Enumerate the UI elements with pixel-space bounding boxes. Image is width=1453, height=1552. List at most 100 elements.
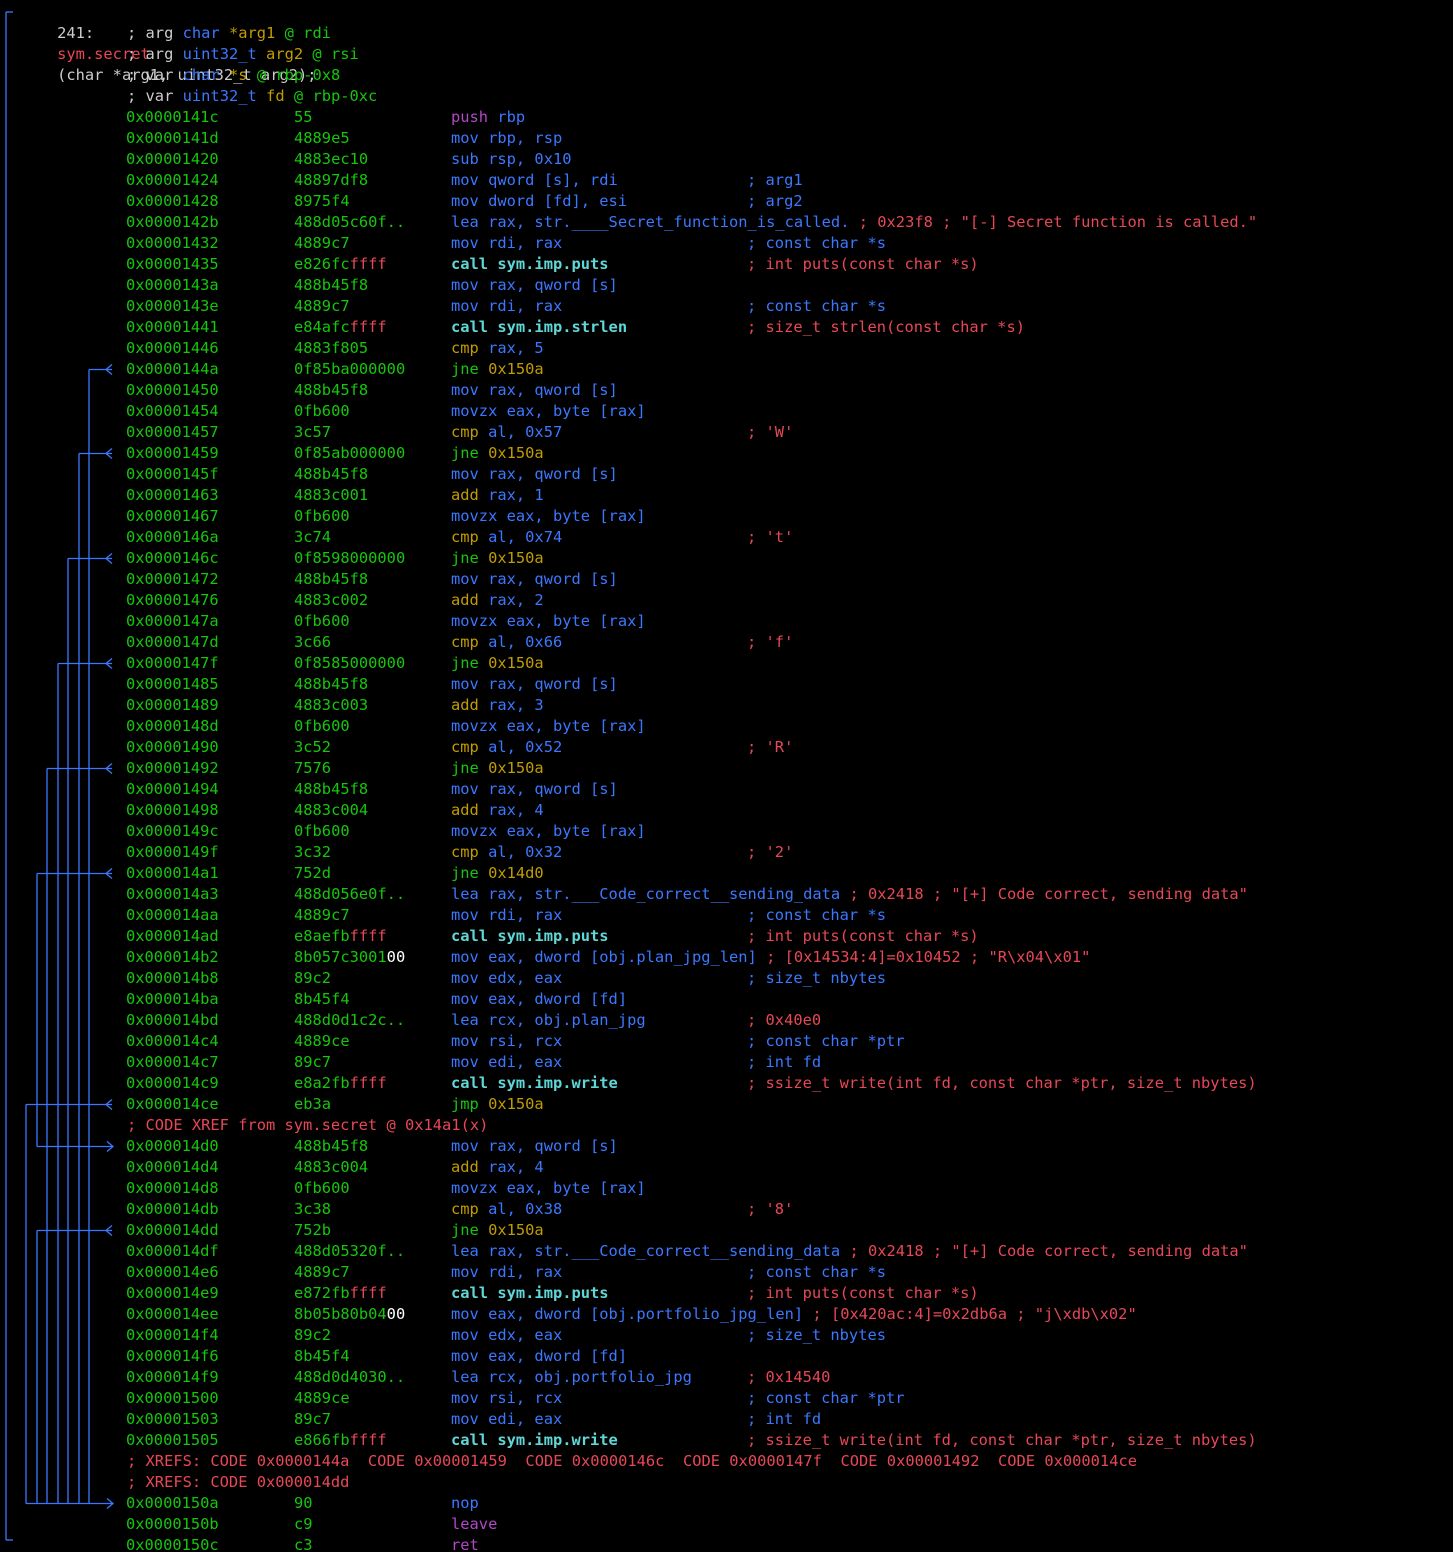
- instruction-address[interactable]: 0x000014e9: [126, 1283, 219, 1304]
- instruction-row[interactable]: 0x0000150b c9 leave: [0, 1514, 1453, 1535]
- instruction-address[interactable]: 0x00001435: [126, 254, 219, 275]
- instruction-row[interactable]: 0x0000149f 3c32 cmp al, 0x32 ; '2': [0, 842, 1453, 863]
- instruction-address[interactable]: 0x000014a1: [126, 863, 219, 884]
- instruction-address[interactable]: 0x0000142b: [126, 212, 219, 233]
- instruction-address[interactable]: 0x0000149c: [126, 821, 219, 842]
- instruction-address[interactable]: 0x0000150a: [126, 1493, 219, 1514]
- instruction-address[interactable]: 0x00001446: [126, 338, 219, 359]
- operands[interactable]: sym.imp.strlen: [497, 318, 627, 336]
- instruction-row[interactable]: 0x000014df 488d05320f.. lea rax, str.___Co…: [0, 1241, 1453, 1262]
- instruction-address[interactable]: 0x000014ad: [126, 926, 219, 947]
- instruction-address[interactable]: 0x00001428: [126, 191, 219, 212]
- instruction-row[interactable]: 0x000014a1 752d jne 0x14d0: [0, 863, 1453, 884]
- instruction-row[interactable]: 0x00001450 488b45f8 mov rax, qword [s]: [0, 380, 1453, 401]
- instruction-address[interactable]: 0x000014ba: [126, 989, 219, 1010]
- instruction-address[interactable]: 0x0000149f: [126, 842, 219, 863]
- instruction-address[interactable]: 0x000014df: [126, 1241, 219, 1262]
- instruction-row[interactable]: 0x000014db 3c38 cmp al, 0x38 ; '8': [0, 1199, 1453, 1220]
- instruction-address[interactable]: 0x00001476: [126, 590, 219, 611]
- operands[interactable]: sym.imp.write: [497, 1074, 617, 1092]
- instruction-row[interactable]: 0x0000141c 55 push rbp: [0, 107, 1453, 128]
- instruction-address[interactable]: 0x00001420: [126, 149, 219, 170]
- instruction-row[interactable]: 0x000014f9 488d0d4030.. lea rcx, obj.portf…: [0, 1367, 1453, 1388]
- instruction-row[interactable]: 0x000014c7 89c7 mov edi, eax ; int fd: [0, 1052, 1453, 1073]
- instruction-row[interactable]: 0x00001476 4883c002 add rax, 2: [0, 590, 1453, 611]
- instruction-row[interactable]: 0x0000147f 0f8585000000 jne 0x150a: [0, 653, 1453, 674]
- instruction-address[interactable]: 0x00001505: [126, 1430, 219, 1451]
- instruction-row[interactable]: 0x00001454 0fb600 movzx eax, byte [rax]: [0, 401, 1453, 422]
- instruction-row[interactable]: 0x000014c9 e8a2fbffff call sym.imp.write ; …: [0, 1073, 1453, 1094]
- instruction-row[interactable]: 0x000014a3 488d056e0f.. lea rax, str.___Co…: [0, 884, 1453, 905]
- instruction-address[interactable]: 0x000014c4: [126, 1031, 219, 1052]
- instruction-address[interactable]: 0x0000150c: [126, 1535, 219, 1552]
- instruction-row[interactable]: 0x000014dd 752b jne 0x150a: [0, 1220, 1453, 1241]
- instruction-address[interactable]: 0x00001503: [126, 1409, 219, 1430]
- instruction-address[interactable]: 0x0000148d: [126, 716, 219, 737]
- instruction-address[interactable]: 0x000014c9: [126, 1073, 219, 1094]
- operands[interactable]: sym.imp.write: [497, 1431, 617, 1449]
- instruction-address[interactable]: 0x000014f6: [126, 1346, 219, 1367]
- operands[interactable]: 0x150a: [488, 1095, 544, 1113]
- operands[interactable]: 0x150a: [488, 1221, 544, 1239]
- instruction-row[interactable]: 0x000014b8 89c2 mov edx, eax ; size_t nbyte…: [0, 968, 1453, 989]
- instruction-row[interactable]: 0x0000143e 4889c7 mov rdi, rax ; const char…: [0, 296, 1453, 317]
- instruction-address[interactable]: 0x00001489: [126, 695, 219, 716]
- instruction-row[interactable]: 0x0000147a 0fb600 movzx eax, byte [rax]: [0, 611, 1453, 632]
- instruction-row[interactable]: 0x000014f4 89c2 mov edx, eax ; size_t nbyte…: [0, 1325, 1453, 1346]
- instruction-row[interactable]: 0x000014e6 4889c7 mov rdi, rax ; const char…: [0, 1262, 1453, 1283]
- instruction-row[interactable]: 0x00001459 0f85ab000000 jne 0x150a: [0, 443, 1453, 464]
- instruction-row[interactable]: 0x0000150c c3 ret: [0, 1535, 1453, 1552]
- instruction-row[interactable]: 0x00001446 4883f805 cmp rax, 5: [0, 338, 1453, 359]
- instruction-address[interactable]: 0x000014b2: [126, 947, 219, 968]
- instruction-address[interactable]: 0x0000146c: [126, 548, 219, 569]
- instruction-row[interactable]: 0x00001503 89c7 mov edi, eax ; int fd: [0, 1409, 1453, 1430]
- instruction-row[interactable]: 0x000014ad e8aefbffff call sym.imp.puts ; i…: [0, 926, 1453, 947]
- instruction-address[interactable]: 0x000014e6: [126, 1262, 219, 1283]
- operands[interactable]: 0x150a: [488, 759, 544, 777]
- instruction-address[interactable]: 0x00001450: [126, 380, 219, 401]
- instruction-row[interactable]: 0x0000141d 4889e5 mov rbp, rsp: [0, 128, 1453, 149]
- operands[interactable]: sym.imp.puts: [497, 927, 608, 945]
- instruction-address[interactable]: 0x00001432: [126, 233, 219, 254]
- instruction-row[interactable]: 0x000014e9 e872fbffff call sym.imp.puts ; i…: [0, 1283, 1453, 1304]
- instruction-row[interactable]: 0x00001420 4883ec10 sub rsp, 0x10: [0, 149, 1453, 170]
- instruction-address[interactable]: 0x0000147a: [126, 611, 219, 632]
- instruction-address[interactable]: 0x0000145f: [126, 464, 219, 485]
- instruction-address[interactable]: 0x000014c7: [126, 1052, 219, 1073]
- instruction-row[interactable]: 0x00001457 3c57 cmp al, 0x57 ; 'W': [0, 422, 1453, 443]
- instruction-row[interactable]: 0x00001467 0fb600 movzx eax, byte [rax]: [0, 506, 1453, 527]
- instruction-address[interactable]: 0x0000141c: [126, 107, 219, 128]
- instruction-address[interactable]: 0x00001463: [126, 485, 219, 506]
- instruction-row[interactable]: 0x0000149c 0fb600 movzx eax, byte [rax]: [0, 821, 1453, 842]
- instruction-address[interactable]: 0x00001459: [126, 443, 219, 464]
- instruction-address[interactable]: 0x000014dd: [126, 1220, 219, 1241]
- instruction-row[interactable]: 0x000014ba 8b45f4 mov eax, dword [fd]: [0, 989, 1453, 1010]
- instruction-address[interactable]: 0x00001498: [126, 800, 219, 821]
- instruction-address[interactable]: 0x00001500: [126, 1388, 219, 1409]
- instruction-address[interactable]: 0x000014ce: [126, 1094, 219, 1115]
- operands[interactable]: 0x150a: [488, 360, 544, 378]
- instruction-address[interactable]: 0x0000141d: [126, 128, 219, 149]
- instruction-row[interactable]: 0x0000147d 3c66 cmp al, 0x66 ; 'f': [0, 632, 1453, 653]
- instruction-address[interactable]: 0x000014f9: [126, 1367, 219, 1388]
- instruction-row[interactable]: 0x0000150a 90 nop: [0, 1493, 1453, 1514]
- instruction-address[interactable]: 0x00001441: [126, 317, 219, 338]
- instruction-address[interactable]: 0x0000150b: [126, 1514, 219, 1535]
- instruction-row[interactable]: 0x000014f6 8b45f4 mov eax, dword [fd]: [0, 1346, 1453, 1367]
- instruction-row[interactable]: 0x0000144a 0f85ba000000 jne 0x150a: [0, 359, 1453, 380]
- instruction-row[interactable]: 0x000014d8 0fb600 movzx eax, byte [rax]: [0, 1178, 1453, 1199]
- instruction-row[interactable]: 0x00001492 7576 jne 0x150a: [0, 758, 1453, 779]
- instruction-address[interactable]: 0x000014f4: [126, 1325, 219, 1346]
- instruction-address[interactable]: 0x00001494: [126, 779, 219, 800]
- instruction-address[interactable]: 0x0000146a: [126, 527, 219, 548]
- instruction-address[interactable]: 0x000014db: [126, 1199, 219, 1220]
- instruction-row[interactable]: 0x00001494 488b45f8 mov rax, qword [s]: [0, 779, 1453, 800]
- instruction-row[interactable]: 0x00001435 e826fcffff call sym.imp.puts ; i…: [0, 254, 1453, 275]
- operands[interactable]: sym.imp.puts: [497, 255, 608, 273]
- instruction-row[interactable]: 0x00001424 48897df8 mov qword [s], rdi ; ar…: [0, 170, 1453, 191]
- instruction-row[interactable]: 0x000014b2 8b057c300100 mov eax, dword [ob…: [0, 947, 1453, 968]
- instruction-address[interactable]: 0x00001424: [126, 170, 219, 191]
- instruction-address[interactable]: 0x0000144a: [126, 359, 219, 380]
- function-header[interactable]: 241: sym.secret (char *arg1, uint32_t ar…: [20, 2, 316, 84]
- instruction-row[interactable]: 0x000014d0 488b45f8 mov rax, qword [s]: [0, 1136, 1453, 1157]
